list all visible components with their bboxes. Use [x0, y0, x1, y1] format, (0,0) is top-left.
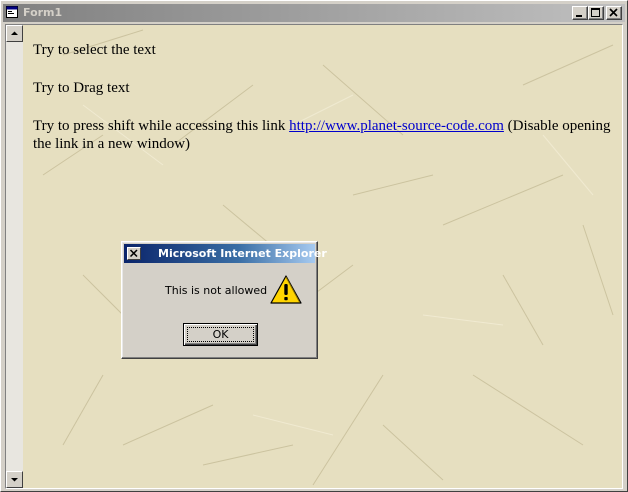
close-button[interactable] — [606, 6, 622, 20]
window-title: Form1 — [23, 6, 63, 19]
page-content: Try to select the text Try to Drag text … — [33, 41, 618, 173]
minimize-button[interactable] — [572, 6, 588, 20]
close-icon — [609, 8, 618, 17]
shift-link-prefix: Try to press shift while accessing this … — [33, 118, 286, 134]
scroll-up-button[interactable] — [6, 25, 23, 42]
ok-button[interactable]: OK — [183, 323, 258, 346]
maximize-icon — [591, 8, 600, 17]
planet-source-code-link[interactable]: http://www.planet-source-code.com — [289, 118, 504, 134]
dialog-title: Microsoft Internet Explorer — [158, 247, 327, 260]
warning-icon — [270, 275, 302, 304]
dialog-titlebar[interactable]: Microsoft Internet Explorer — [124, 244, 327, 263]
select-text-line: Try to select the text — [33, 42, 156, 58]
minimize-icon — [576, 15, 582, 17]
dialog-message: This is not allowed — [165, 284, 268, 297]
window-titlebar[interactable]: Form1 — [3, 4, 625, 22]
alert-dialog: Microsoft Internet Explorer This is not … — [121, 241, 327, 359]
form-icon — [6, 6, 18, 18]
dialog-close-button[interactable] — [127, 247, 141, 260]
maximize-button[interactable] — [588, 6, 604, 20]
vertical-scrollbar[interactable] — [6, 25, 23, 488]
close-icon — [129, 249, 138, 258]
shift-link-line: Try to press shift while accessing this … — [33, 117, 618, 153]
drag-text-line: Try to Drag text — [33, 80, 130, 96]
arrow-down-icon — [11, 478, 18, 482]
scroll-down-button[interactable] — [6, 471, 23, 488]
focus-rectangle — [187, 327, 254, 342]
arrow-up-icon — [11, 31, 18, 35]
